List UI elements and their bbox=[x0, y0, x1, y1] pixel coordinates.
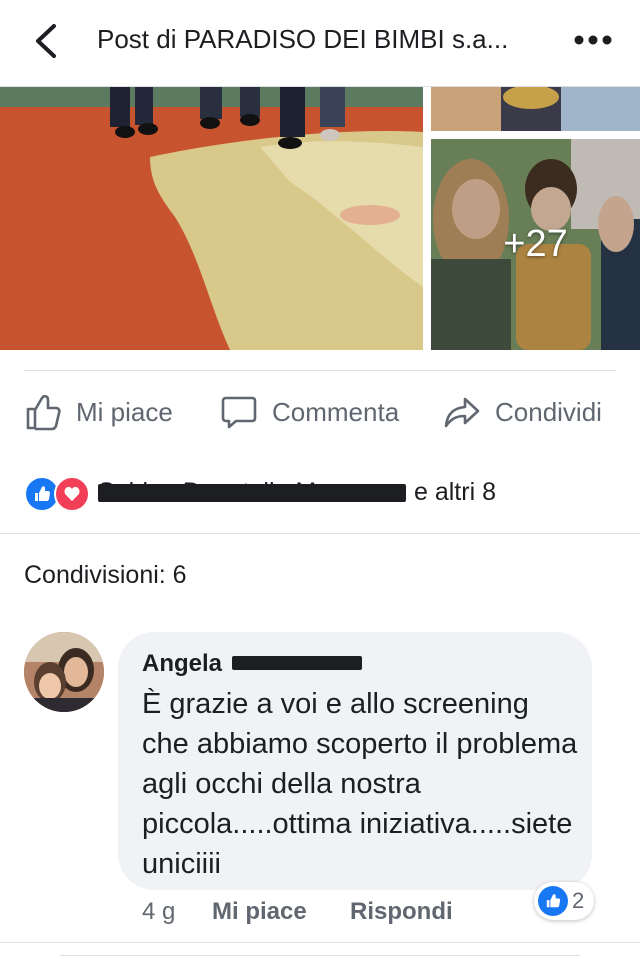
comment-reaction-count: 2 bbox=[572, 888, 585, 913]
photo-image bbox=[0, 87, 423, 350]
avatar[interactable] bbox=[24, 632, 104, 712]
love-reaction-icon bbox=[54, 476, 90, 512]
post-photo-thumb-2[interactable] bbox=[431, 139, 640, 350]
photo-image bbox=[431, 139, 640, 350]
divider bbox=[0, 533, 640, 534]
reaction-icons[interactable] bbox=[24, 476, 94, 512]
like-reaction-icon bbox=[538, 886, 568, 916]
comment-reactions[interactable]: 2 bbox=[534, 882, 595, 920]
comment-author[interactable]: Angela bbox=[142, 650, 222, 678]
avatar-image bbox=[24, 632, 104, 712]
share-button[interactable]: Condividi bbox=[443, 388, 602, 436]
comment-reply-button[interactable]: Rispondi bbox=[350, 898, 453, 926]
like-button[interactable]: Mi piace bbox=[24, 388, 173, 436]
post-photo-main[interactable] bbox=[0, 87, 423, 350]
comment-icon bbox=[221, 396, 257, 429]
redaction-bar bbox=[98, 484, 406, 502]
divider bbox=[60, 955, 580, 956]
like-label: Mi piace bbox=[76, 396, 173, 427]
comment-label: Commenta bbox=[272, 396, 400, 427]
comment-button[interactable]: Commenta bbox=[220, 388, 399, 436]
share-label: Condividi bbox=[495, 396, 602, 427]
comment-like-button[interactable]: Mi piace bbox=[212, 898, 307, 926]
more-horizontal-icon bbox=[574, 35, 612, 45]
page-title: Post di PARADISO DEI BIMBI s.a... bbox=[97, 24, 509, 54]
divider bbox=[0, 942, 640, 943]
comment-text: È grazie a voi e allo screening che abbi… bbox=[142, 688, 578, 880]
redaction-bar bbox=[232, 656, 362, 670]
thumbs-up-icon bbox=[26, 394, 61, 431]
comment-time: 4 g bbox=[142, 898, 176, 925]
back-button[interactable] bbox=[22, 18, 72, 64]
photo-image bbox=[431, 87, 640, 131]
more-button[interactable] bbox=[566, 20, 622, 60]
divider bbox=[24, 370, 616, 371]
shares-count[interactable]: Condivisioni: 6 bbox=[24, 561, 187, 590]
reaction-others[interactable]: e altri 8 bbox=[414, 478, 496, 507]
post-photo-thumb-1[interactable] bbox=[431, 87, 640, 131]
share-arrow-icon bbox=[444, 397, 480, 428]
chevron-left-icon bbox=[36, 24, 56, 58]
